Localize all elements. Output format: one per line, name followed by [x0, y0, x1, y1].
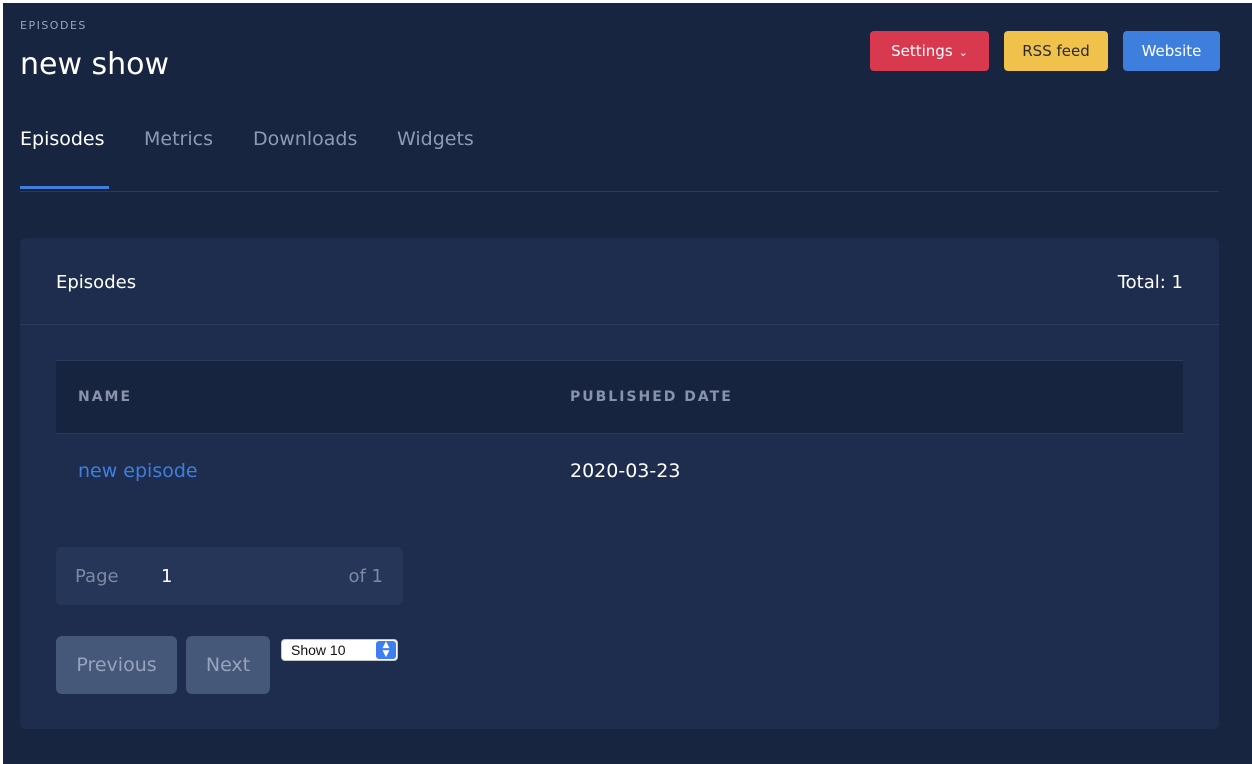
page-pretitle: EPISODES: [20, 19, 87, 32]
column-header-published-date[interactable]: PUBLISHED DATE: [570, 389, 733, 405]
settings-button[interactable]: Settings ⌄: [870, 31, 989, 71]
table-row: new episode 2020-03-23: [56, 434, 1183, 512]
table-header: NAME PUBLISHED DATE: [56, 360, 1183, 434]
previous-button[interactable]: Previous: [56, 636, 177, 694]
website-button[interactable]: Website: [1123, 31, 1220, 71]
page-count-label: of 1: [348, 566, 383, 587]
total-count: Total: 1: [1117, 272, 1183, 293]
page-number-input[interactable]: 1: [161, 566, 172, 587]
page-size-select[interactable]: Show 10 ▲ ▼: [281, 639, 398, 661]
settings-button-label: Settings: [891, 42, 953, 60]
card-title: Episodes: [56, 272, 137, 293]
tab-bar: Episodes Metrics Downloads Widgets: [20, 123, 1219, 192]
tab-downloads[interactable]: Downloads: [253, 128, 357, 150]
tab-episodes[interactable]: Episodes: [20, 128, 105, 150]
page-title: new show: [20, 47, 170, 82]
episodes-card: Episodes Total: 1 NAME PUBLISHED DATE ne…: [20, 238, 1219, 729]
card-header: Episodes Total: 1: [20, 238, 1219, 325]
tab-widgets[interactable]: Widgets: [397, 128, 474, 150]
chevron-down-icon: ⌄: [958, 46, 968, 59]
select-arrows-icon: ▲ ▼: [376, 641, 396, 659]
next-button[interactable]: Next: [186, 636, 270, 694]
episode-name-link[interactable]: new episode: [78, 460, 198, 482]
page-label: Page: [75, 566, 119, 587]
rss-feed-button[interactable]: RSS feed: [1004, 31, 1108, 71]
column-header-name[interactable]: NAME: [78, 389, 132, 405]
episodes-table: NAME PUBLISHED DATE new episode 2020-03-…: [56, 360, 1183, 512]
tab-metrics[interactable]: Metrics: [144, 128, 213, 150]
page-jump-field: Page 1 of 1: [56, 547, 403, 605]
page-size-value: Show 10: [291, 642, 346, 658]
app-window: EPISODES new show Settings ⌄ RSS feed Web…: [3, 3, 1252, 764]
episode-published-date: 2020-03-23: [570, 460, 681, 482]
active-tab-indicator: [20, 186, 109, 189]
